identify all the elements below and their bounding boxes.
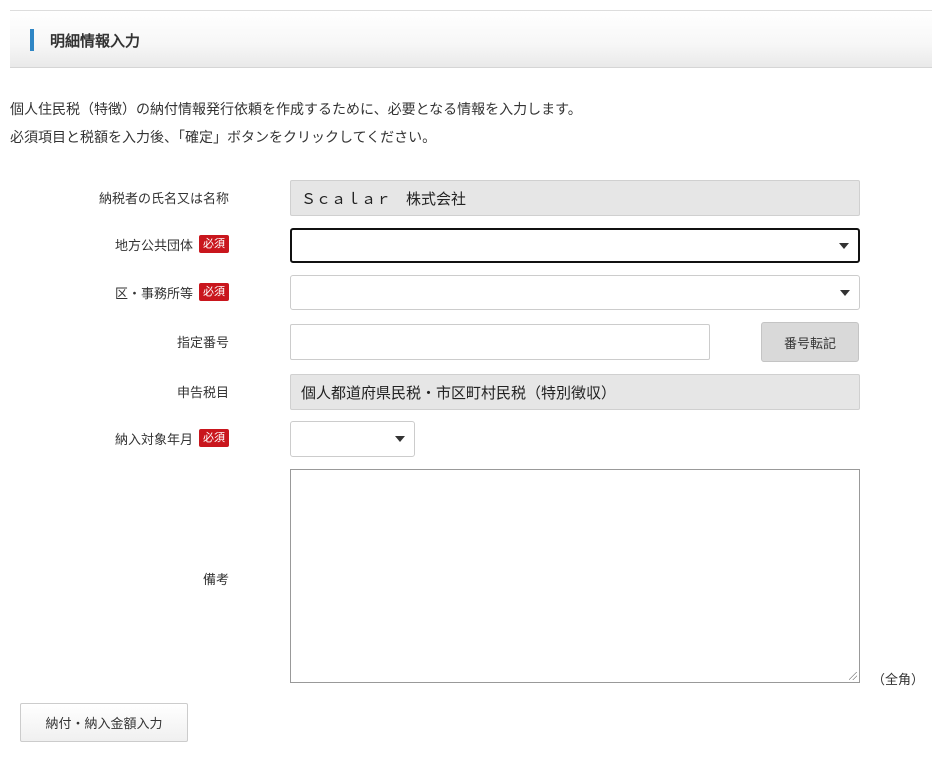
municipality-select[interactable] bbox=[290, 228, 860, 263]
chevron-down-icon bbox=[839, 242, 849, 249]
chevron-down-icon bbox=[840, 289, 850, 296]
intro-line-2: 必須項目と税額を入力後、「確定」ボタンをクリックしてください。 bbox=[10, 130, 437, 146]
taxpayer-label: 納税者の氏名又は名称 bbox=[98, 191, 229, 207]
remarks-label: 備考 bbox=[202, 572, 229, 588]
section-title: 明細情報入力 bbox=[50, 32, 141, 50]
section-accent-bar bbox=[30, 29, 34, 51]
tax-item-field: 個人都道府県民税・市区町村民税（特別徴収） bbox=[290, 374, 860, 410]
intro-text: 個人住民税（特徴）の納付情報発行依頼を作成するために、必要となる情報を入力します… bbox=[10, 96, 582, 152]
designated-number-label: 指定番号 bbox=[176, 335, 229, 351]
intro-line-1: 個人住民税（特徴）の納付情報発行依頼を作成するために、必要となる情報を入力します… bbox=[10, 102, 582, 118]
target-month-label: 納入対象年月 必須 bbox=[115, 426, 229, 450]
remarks-textarea[interactable] bbox=[290, 469, 860, 683]
required-badge: 必須 bbox=[199, 429, 229, 447]
designated-number-input[interactable] bbox=[290, 324, 710, 360]
tax-item-label: 申告税目 bbox=[176, 385, 229, 401]
ward-label: 区・事務所等 必須 bbox=[115, 280, 229, 304]
required-badge: 必須 bbox=[199, 235, 229, 253]
resize-grip-icon[interactable] bbox=[849, 672, 857, 680]
section-header: 明細情報入力 bbox=[10, 10, 932, 68]
amount-input-button[interactable]: 納付・納入金額入力 bbox=[20, 703, 188, 742]
full-width-note: （全角） bbox=[872, 673, 925, 688]
number-transfer-button[interactable]: 番号転記 bbox=[761, 322, 859, 362]
ward-select[interactable] bbox=[290, 275, 860, 310]
target-month-select[interactable] bbox=[290, 421, 415, 457]
taxpayer-value: Ｓｃａｌａｒ 株式会社 bbox=[301, 189, 467, 208]
tax-item-value: 個人都道府県民税・市区町村民税（特別徴収） bbox=[301, 383, 617, 402]
municipality-label: 地方公共団体 必須 bbox=[115, 232, 229, 256]
chevron-down-icon bbox=[395, 436, 405, 442]
taxpayer-field: Ｓｃａｌａｒ 株式会社 bbox=[290, 180, 860, 216]
required-badge: 必須 bbox=[199, 283, 229, 301]
